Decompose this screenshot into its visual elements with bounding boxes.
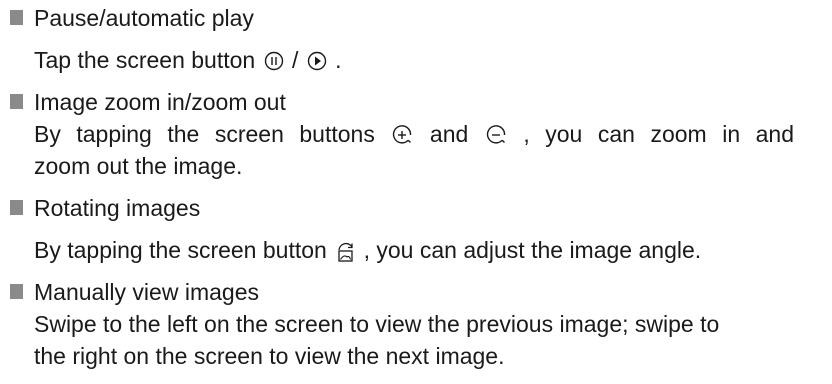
body-line-manual-2: the right on the screen to view the next… bbox=[34, 340, 505, 372]
instruction-document: Pause/automatic play Tap the screen butt… bbox=[0, 0, 832, 384]
body-text: the right on the screen to view the next… bbox=[34, 343, 505, 369]
body-text: . bbox=[328, 47, 342, 73]
heading-text: Image zoom in/zoom out bbox=[34, 89, 286, 115]
body-line-pause-play: Tap the screen button / . bbox=[34, 44, 342, 76]
rotate-image-icon bbox=[335, 241, 355, 262]
heading-text: Rotating images bbox=[34, 195, 201, 221]
body-text: , you can zoom in and bbox=[507, 121, 795, 147]
square-bullet-icon bbox=[10, 94, 23, 109]
body-text: zoom out the image. bbox=[34, 153, 243, 179]
body-text: By tapping the screen button bbox=[34, 237, 334, 263]
body-line-rotate: By tapping the screen button , you can a… bbox=[34, 234, 701, 266]
square-bullet-icon bbox=[10, 284, 23, 299]
body-text: By tapping the screen buttons bbox=[34, 121, 391, 147]
square-bullet-icon bbox=[10, 10, 23, 25]
body-text: / bbox=[285, 47, 305, 73]
heading-text: Manually view images bbox=[34, 279, 259, 305]
body-text: , you can adjust the image angle. bbox=[357, 237, 702, 263]
body-text: and bbox=[414, 121, 484, 147]
body-text: Tap the screen button bbox=[34, 47, 262, 73]
pause-circle-icon bbox=[264, 51, 284, 71]
square-bullet-icon bbox=[10, 200, 23, 215]
play-circle-icon bbox=[307, 51, 327, 71]
zoom-out-icon bbox=[486, 125, 506, 145]
zoom-in-icon bbox=[392, 125, 412, 145]
body-text: Swipe to the left on the screen to view … bbox=[34, 311, 720, 337]
body-line-manual-1: Swipe to the left on the screen to view … bbox=[34, 308, 719, 340]
body-line-zoom-1: By tapping the screen buttons and , you … bbox=[34, 118, 794, 150]
body-line-zoom-2: zoom out the image. bbox=[34, 150, 242, 182]
heading-text: Pause/automatic play bbox=[34, 5, 254, 31]
